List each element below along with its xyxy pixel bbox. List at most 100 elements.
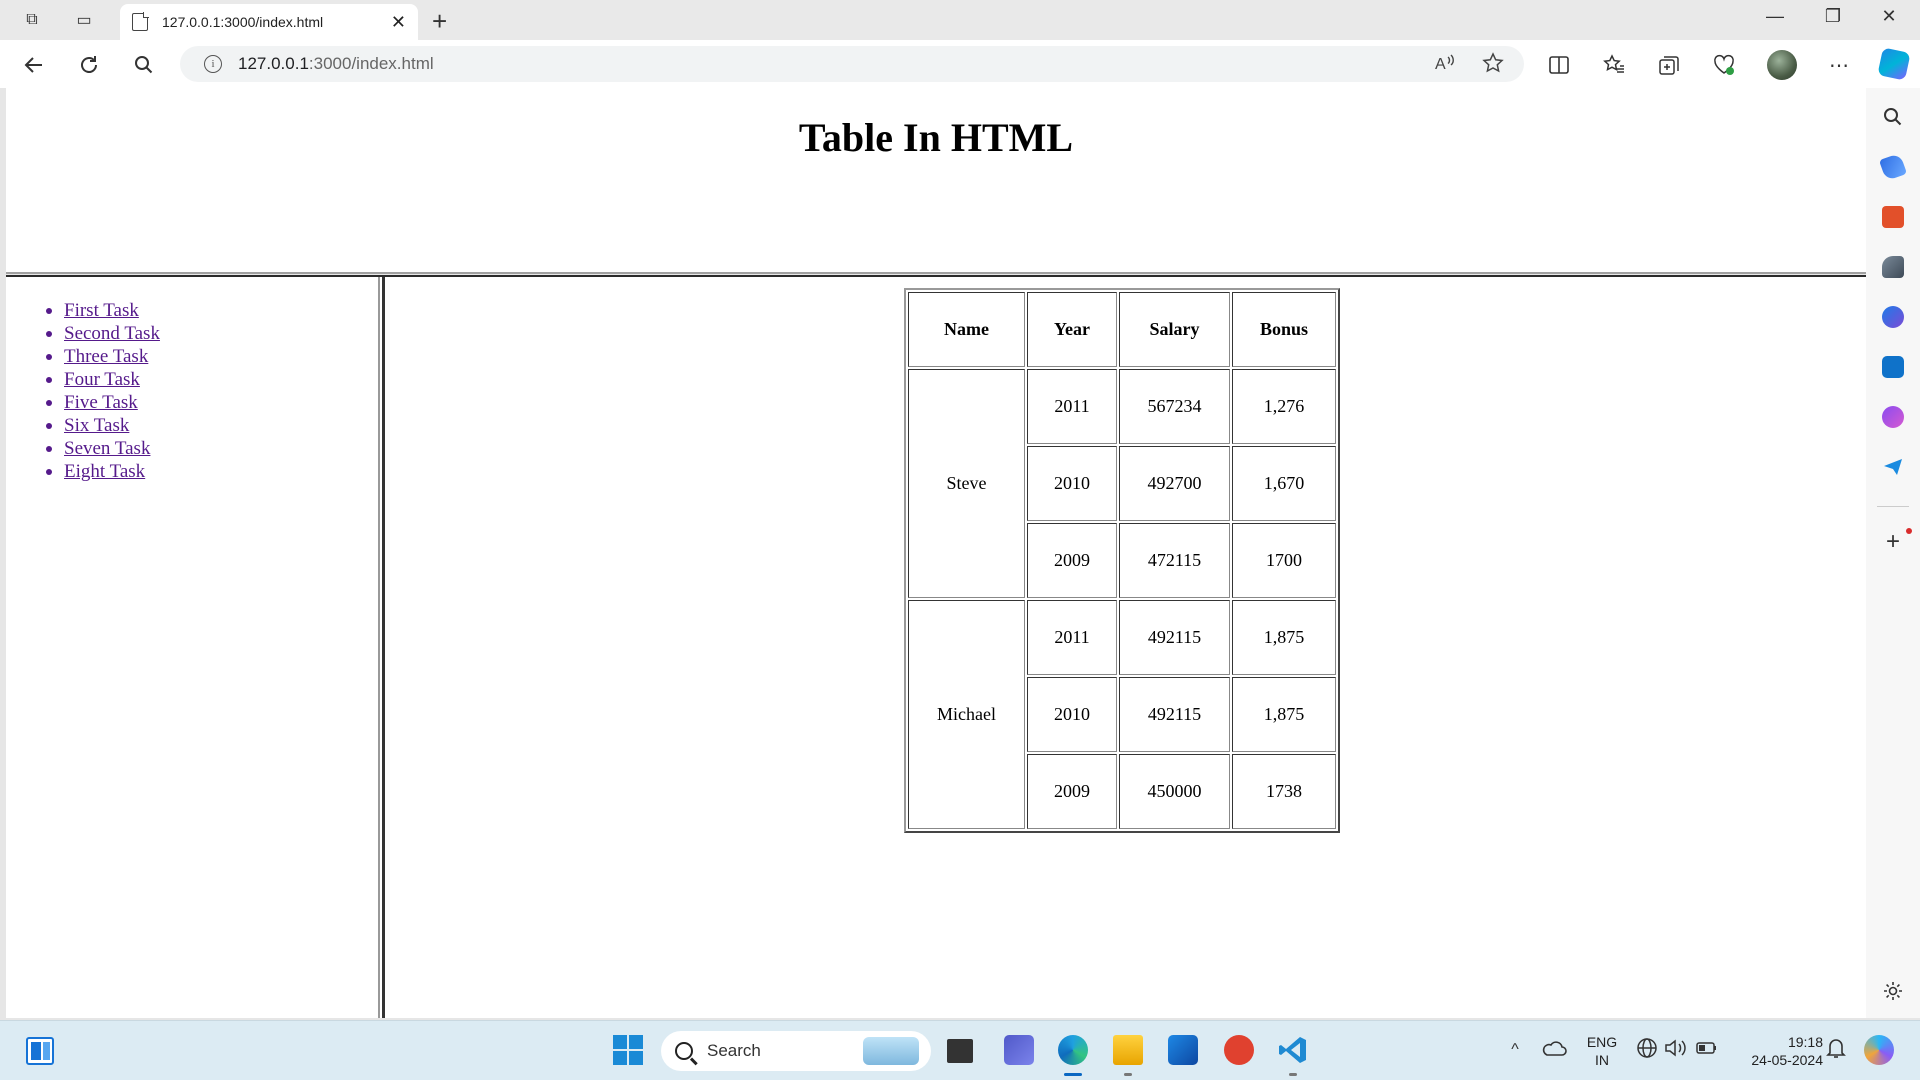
copilot-preview-icon[interactable] [1864, 1035, 1894, 1065]
workspaces-icon[interactable]: ⧉ [20, 8, 44, 32]
tab-strip: ⧉ ▭ 127.0.0.1:3000/index.html ✕ + — ❐ ✕ [0, 0, 1920, 40]
cell-salary: 492115 [1119, 600, 1230, 675]
edge-browser-icon[interactable] [1058, 1035, 1088, 1065]
table-row: Michael 2011 492115 1,875 [908, 600, 1336, 829]
microsoft-365-icon[interactable] [1882, 306, 1904, 328]
favorites-icon[interactable] [1601, 52, 1627, 78]
cell-year: 2009 [1027, 523, 1117, 598]
nav-item: First Task [46, 299, 160, 322]
edge-sidebar: + [1866, 88, 1920, 1018]
browser-toolbar: i 127.0.0.1 :3000/index.html A ⋯ [0, 40, 1920, 88]
url-host: 127.0.0.1 [238, 54, 309, 73]
header-name: Name [908, 292, 1025, 367]
microsoft-store-icon[interactable] [1168, 1035, 1198, 1065]
frame-separator[interactable] [382, 277, 385, 1018]
tab-close-icon[interactable]: ✕ [391, 12, 406, 33]
office-icon[interactable] [1224, 1035, 1254, 1065]
read-aloud-icon[interactable]: A [1434, 52, 1456, 79]
tools-briefcase-icon[interactable] [1882, 206, 1904, 228]
designer-icon[interactable] [1882, 406, 1904, 428]
outlook-icon[interactable] [1882, 356, 1904, 378]
nav-item: Second Task [46, 322, 160, 345]
nav-link-second-task[interactable]: Second Task [64, 323, 160, 344]
page-header: Table In HTML [6, 88, 1866, 273]
nav-item: Seven Task [46, 437, 160, 460]
cell-bonus: 1,276 [1232, 369, 1336, 444]
cell-year: 2010 [1027, 446, 1117, 521]
collections-icon[interactable] [1656, 52, 1682, 78]
teams-icon[interactable] [1004, 1035, 1034, 1065]
browser-tab[interactable]: 127.0.0.1:3000/index.html ✕ [120, 4, 418, 40]
header-salary: Salary [1119, 292, 1230, 367]
onedrive-icon[interactable] [1540, 1035, 1570, 1065]
show-hidden-icons-chevron[interactable]: ^ [1500, 1035, 1530, 1065]
cell-bonus: 1738 [1232, 754, 1336, 829]
cell-salary: 492700 [1119, 446, 1230, 521]
tab-actions-icon[interactable]: ▭ [72, 8, 96, 32]
browser-essentials-icon[interactable] [1711, 52, 1737, 78]
nav-item: Three Task [46, 345, 160, 368]
file-explorer-icon[interactable] [1113, 1035, 1143, 1065]
send-icon[interactable] [1882, 456, 1904, 478]
copilot-icon[interactable] [1877, 47, 1911, 81]
search-highlight-image [863, 1037, 919, 1065]
nav-item: Five Task [46, 391, 160, 414]
battery-icon[interactable] [1694, 1035, 1724, 1065]
clock[interactable]: 19:18 24-05-2024 [1733, 1033, 1823, 1069]
sidebar-settings-gear-icon[interactable] [1882, 980, 1904, 1002]
notification-bell-icon[interactable] [1823, 1035, 1853, 1065]
clock-date: 24-05-2024 [1751, 1052, 1823, 1068]
nav-link-eight-task[interactable]: Eight Task [64, 461, 145, 482]
games-icon[interactable] [1882, 256, 1904, 278]
taskbar-search-box[interactable]: Search [661, 1031, 931, 1071]
tab-title: 127.0.0.1:3000/index.html [162, 14, 324, 30]
shopping-tag-icon[interactable] [1878, 152, 1908, 182]
search-icon[interactable] [131, 52, 157, 78]
nav-link-first-task[interactable]: First Task [64, 300, 139, 321]
volume-icon[interactable] [1662, 1035, 1692, 1065]
nav-link-three-task[interactable]: Three Task [64, 346, 148, 367]
table-header-row: Name Year Salary Bonus [908, 292, 1336, 367]
widgets-icon[interactable] [26, 1037, 54, 1065]
nav-link-six-task[interactable]: Six Task [64, 415, 129, 436]
task-view-icon[interactable] [947, 1039, 973, 1063]
maximize-button[interactable]: ❐ [1810, 6, 1856, 27]
address-bar[interactable]: i 127.0.0.1 :3000/index.html A [180, 46, 1524, 82]
cell-bonus: 1700 [1232, 523, 1336, 598]
back-arrow-icon[interactable] [21, 52, 47, 78]
minimize-button[interactable]: — [1752, 6, 1798, 27]
vscode-icon[interactable] [1278, 1035, 1308, 1065]
site-info-icon[interactable]: i [204, 55, 222, 73]
cell-year: 2011 [1027, 600, 1117, 675]
sidebar-divider [1877, 506, 1909, 507]
page-title: Table In HTML [798, 115, 1074, 160]
new-tab-button[interactable]: + [432, 6, 447, 37]
nav-link-five-task[interactable]: Five Task [64, 392, 138, 413]
add-icon[interactable]: + [1882, 530, 1904, 554]
cell-year: 2011 [1027, 369, 1117, 444]
language-indicator[interactable]: ENG IN [1582, 1033, 1622, 1069]
more-options-icon[interactable]: ⋯ [1826, 52, 1852, 78]
nav-link-four-task[interactable]: Four Task [64, 369, 140, 390]
nav-link-seven-task[interactable]: Seven Task [64, 438, 150, 459]
sidebar-search-icon[interactable] [1882, 106, 1904, 128]
cell-bonus: 1,875 [1232, 677, 1336, 752]
svg-text:A: A [1435, 56, 1446, 73]
salary-table: Name Year Salary Bonus Steve 2011 567234… [904, 288, 1340, 833]
windows-start-icon[interactable] [613, 1035, 643, 1065]
nav-item: Four Task [46, 368, 160, 391]
profile-avatar[interactable] [1767, 50, 1797, 80]
split-screen-icon[interactable] [1546, 52, 1572, 78]
network-globe-icon[interactable] [1634, 1035, 1664, 1065]
favorite-star-icon[interactable] [1482, 52, 1504, 79]
vscode-indicator [1289, 1073, 1297, 1076]
clock-time: 19:18 [1787, 1034, 1823, 1050]
cell-salary: 472115 [1119, 523, 1230, 598]
page-viewport: Table In HTML First Task Second Task Thr… [6, 88, 1866, 1018]
close-window-button[interactable]: ✕ [1866, 6, 1912, 27]
header-bonus: Bonus [1232, 292, 1336, 367]
cell-name: Michael [908, 600, 1025, 829]
refresh-icon[interactable] [76, 52, 102, 78]
header-year: Year [1027, 292, 1117, 367]
task-nav-list: First Task Second Task Three Task Four T… [46, 299, 160, 483]
